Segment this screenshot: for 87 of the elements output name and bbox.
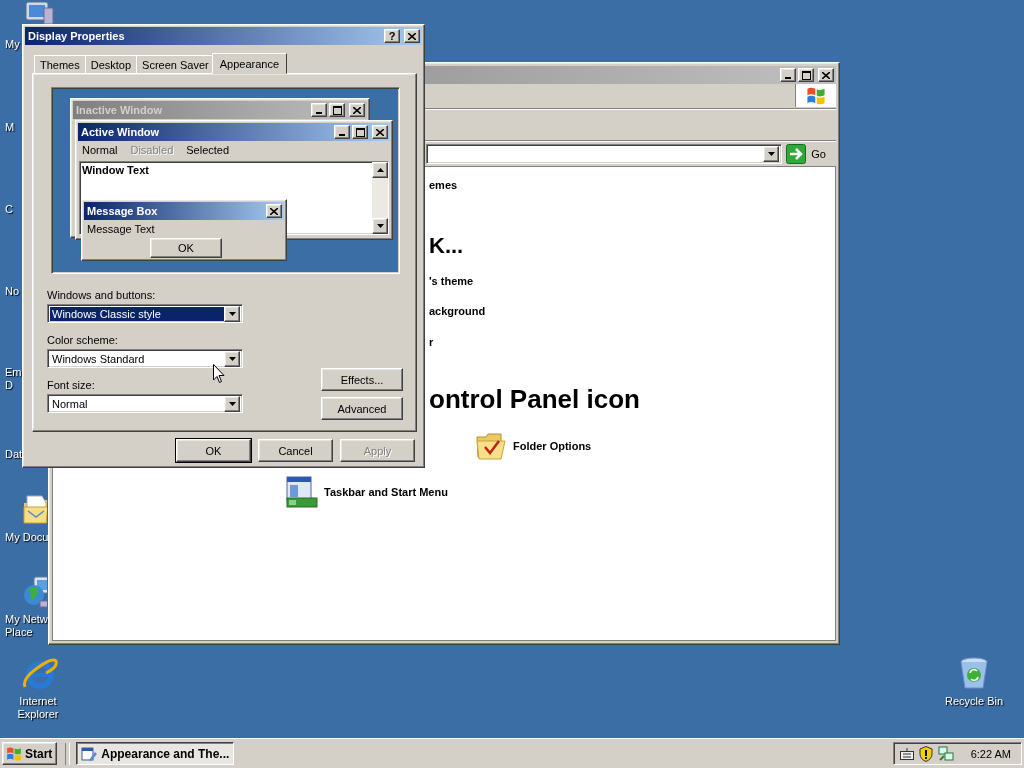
- close-icon: [408, 32, 416, 40]
- windows-flag-icon: [6, 745, 22, 762]
- ok-button[interactable]: OK: [150, 238, 222, 258]
- minimize-button[interactable]: [311, 103, 327, 117]
- help-button[interactable]: ?: [384, 29, 400, 43]
- browser-icon[interactable]: [22, 657, 58, 691]
- desktop-icon-label[interactable]: My Netw Place: [5, 613, 48, 639]
- desktop-icon-label[interactable]: C: [5, 203, 13, 216]
- dropdown-arrow-icon: [228, 401, 236, 406]
- window-title: Active Window: [81, 126, 161, 138]
- menu-item[interactable]: Selected: [186, 144, 230, 156]
- maximize-button[interactable]: [352, 125, 368, 139]
- tab[interactable]: Appearance: [211, 53, 288, 74]
- close-button[interactable]: [818, 68, 834, 82]
- tab[interactable]: Desktop: [84, 55, 138, 73]
- close-button[interactable]: [372, 125, 388, 139]
- dialog-button[interactable]: Effects...: [321, 368, 403, 391]
- close-button[interactable]: [349, 103, 365, 117]
- maximize-icon: [332, 105, 342, 115]
- minimize-button[interactable]: [334, 125, 350, 139]
- shield-icon[interactable]: [918, 745, 933, 762]
- desktop-icon-label[interactable]: Dat: [5, 448, 23, 461]
- section-heading: ontrol Panel icon: [429, 384, 640, 414]
- computer-icon[interactable]: [24, 2, 54, 24]
- close-icon: [376, 128, 384, 136]
- tab[interactable]: Screen Saver: [136, 55, 215, 73]
- clock: 6:22 AM: [970, 747, 1011, 760]
- documents-folder-icon[interactable]: [22, 493, 47, 525]
- maximize-icon: [801, 70, 811, 80]
- desktop-icon-label[interactable]: My: [5, 38, 20, 51]
- task-link[interactable]: ackground: [429, 304, 486, 318]
- dropdown-arrow-icon: [376, 224, 384, 228]
- dropdown-arrow-icon: [767, 152, 775, 156]
- taskbar-window-icon[interactable]: [286, 476, 318, 508]
- start-button[interactable]: Start: [2, 742, 58, 765]
- address-field[interactable]: [426, 144, 783, 164]
- network-icon[interactable]: [937, 745, 954, 762]
- window-title: Inactive Window: [76, 104, 164, 116]
- tab[interactable]: Themes: [34, 55, 86, 73]
- window-title: Message Box: [87, 205, 159, 217]
- section-heading: K...: [429, 232, 464, 260]
- dropdown[interactable]: Windows Classic style: [47, 304, 243, 323]
- dialog-button[interactable]: Cancel: [258, 439, 333, 462]
- task-link[interactable]: emes: [429, 178, 458, 192]
- maximize-button[interactable]: [329, 103, 345, 117]
- window-text: Window Text: [81, 163, 150, 178]
- desktop-icon-label[interactable]: Em D: [5, 366, 22, 392]
- display-window-icon: [81, 745, 98, 762]
- taskbar-button[interactable]: Appearance and The...: [76, 742, 235, 765]
- keyboard-icon[interactable]: [899, 746, 914, 761]
- dialog-button[interactable]: OK: [176, 439, 251, 462]
- desktop-icon-label[interactable]: No: [5, 285, 20, 298]
- window-title: Display Properties: [28, 30, 126, 42]
- scroll-up-icon: [376, 168, 384, 172]
- go-arrow-icon: [786, 144, 807, 164]
- dropdown-arrow-icon: [228, 311, 236, 316]
- windows-flag-icon: [806, 85, 826, 106]
- menu-item[interactable]: Normal: [82, 144, 118, 156]
- field-label: Color scheme:: [47, 334, 119, 346]
- mouse-cursor-icon: [213, 364, 225, 384]
- close-button[interactable]: [266, 204, 282, 218]
- close-button[interactable]: [404, 29, 420, 43]
- desktop-icon-label[interactable]: Recycle Bin: [936, 695, 1012, 708]
- minimize-button[interactable]: [780, 68, 796, 82]
- desktop-icon-label[interactable]: Internet Explorer: [0, 695, 76, 721]
- dialog-button[interactable]: Advanced: [321, 397, 403, 420]
- scrollbar[interactable]: [372, 162, 388, 234]
- go-button[interactable]: Go: [786, 143, 834, 165]
- task-link[interactable]: 's theme: [429, 274, 474, 288]
- control-panel-link[interactable]: Taskbar and Start Menu: [324, 486, 448, 498]
- task-link[interactable]: r: [429, 335, 434, 349]
- folder-check-icon[interactable]: [475, 431, 507, 461]
- recycle-bin-icon[interactable]: [958, 656, 990, 690]
- close-icon: [270, 207, 278, 215]
- field-label: Font size:: [47, 379, 96, 391]
- message-text: Message Text: [86, 222, 156, 237]
- desktop-icon-label[interactable]: M: [5, 121, 15, 134]
- close-icon: [353, 106, 361, 114]
- desktop-icon-label[interactable]: My Docu: [5, 531, 49, 544]
- dropdown-arrow-icon: [228, 356, 236, 361]
- field-label: Windows and buttons:: [47, 289, 157, 301]
- dropdown[interactable]: Windows Standard: [47, 349, 243, 368]
- control-panel-link[interactable]: Folder Options: [513, 440, 592, 452]
- maximize-icon: [355, 127, 365, 137]
- maximize-button[interactable]: [798, 68, 814, 82]
- close-icon: [822, 71, 830, 79]
- dropdown[interactable]: Normal: [47, 394, 243, 413]
